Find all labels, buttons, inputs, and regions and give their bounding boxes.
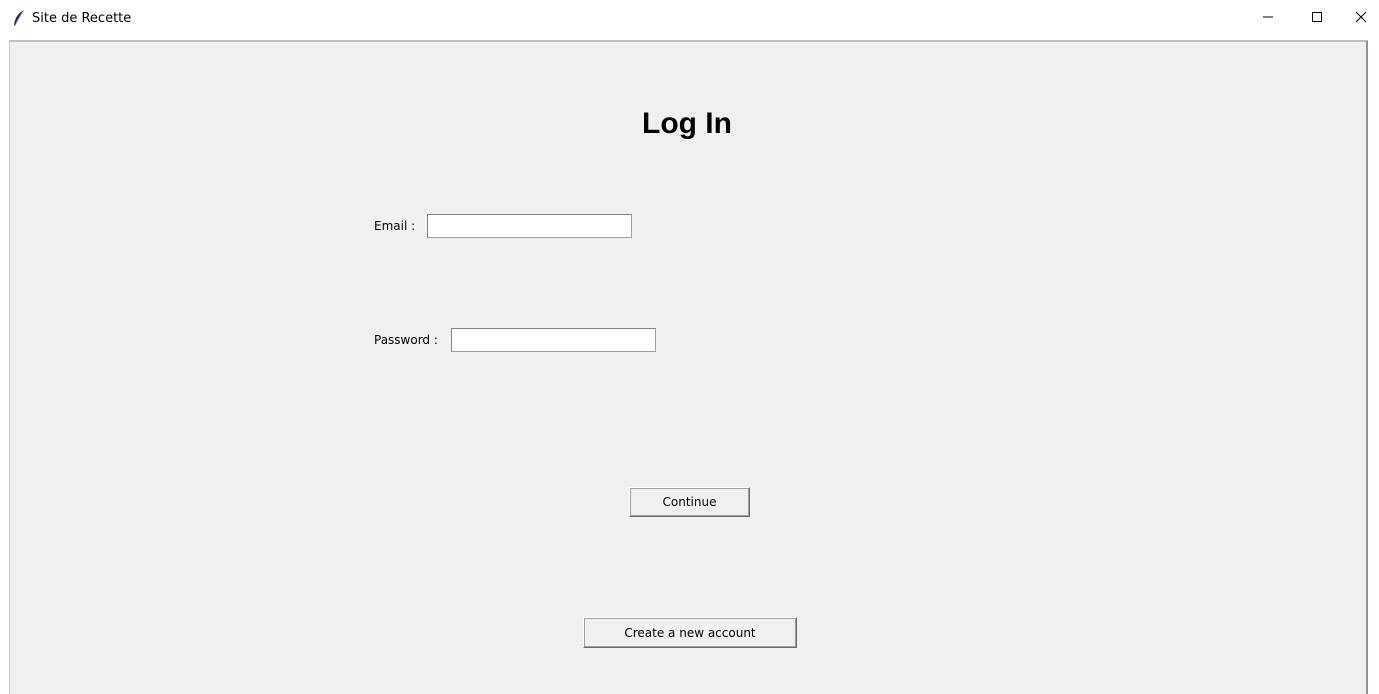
minimize-button[interactable] bbox=[1245, 0, 1291, 37]
password-field[interactable] bbox=[451, 328, 656, 352]
password-label: Password : bbox=[374, 333, 438, 347]
email-label: Email : bbox=[374, 219, 416, 233]
login-panel: Log In Email : Password : Continue Creat… bbox=[9, 40, 1368, 694]
window-title: Site de Recette bbox=[32, 11, 132, 26]
close-icon bbox=[1355, 10, 1367, 28]
minimize-icon bbox=[1262, 10, 1274, 28]
app-window: Site de Recette Log In Email : Password … bbox=[0, 0, 1379, 694]
maximize-icon bbox=[1311, 10, 1323, 28]
continue-button[interactable]: Continue bbox=[629, 487, 750, 517]
maximize-button[interactable] bbox=[1294, 0, 1340, 37]
page-title: Log In bbox=[642, 107, 732, 140]
email-field[interactable] bbox=[427, 214, 632, 238]
title-bar[interactable]: Site de Recette bbox=[0, 0, 1379, 37]
close-button[interactable] bbox=[1343, 0, 1379, 37]
create-account-button[interactable]: Create a new account bbox=[583, 617, 797, 648]
feather-icon bbox=[12, 9, 26, 27]
